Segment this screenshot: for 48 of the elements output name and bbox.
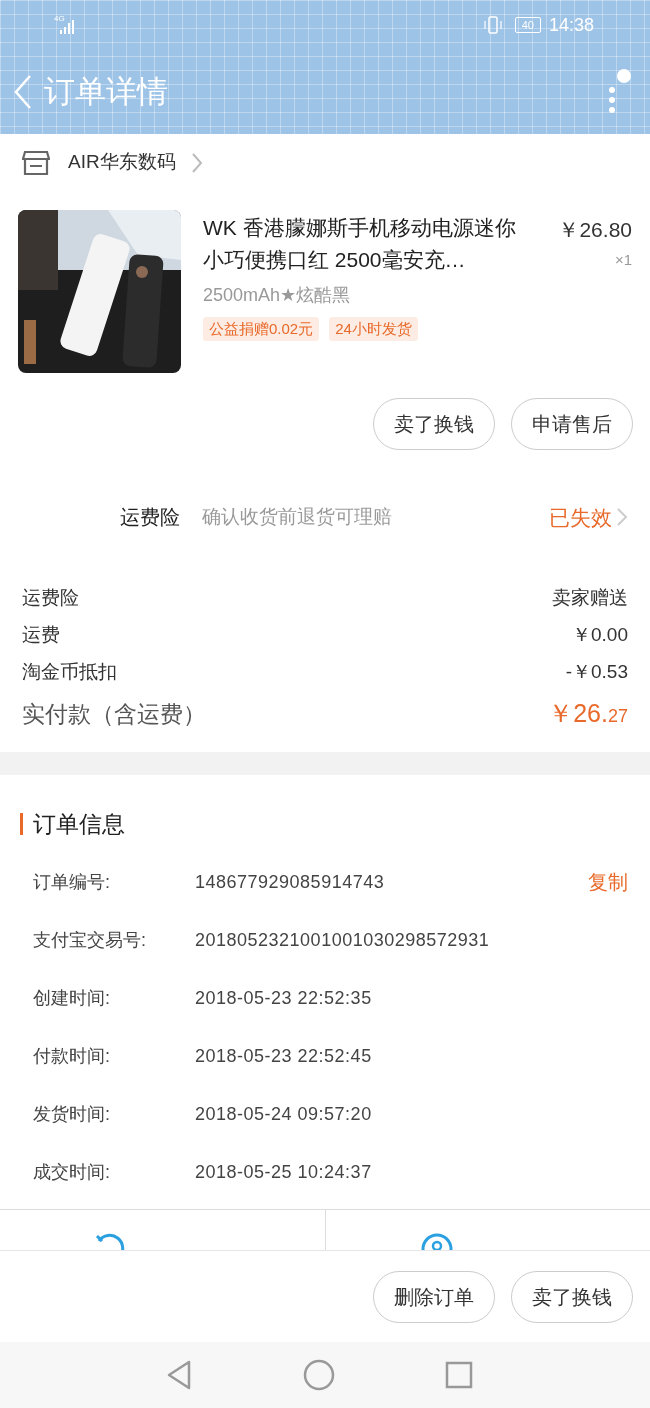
shop-name[interactable]: AIR华东数码 — [68, 148, 176, 177]
clock-time: 14:38 — [548, 13, 594, 37]
info-value: 2018-05-24 09:57:20 — [195, 1102, 372, 1126]
pill-button[interactable]: 删除订单 — [373, 1270, 495, 1323]
fee-value: ￥0.00 — [572, 623, 628, 648]
info-label: 付款时间: — [33, 1044, 111, 1068]
back-icon — [12, 73, 34, 110]
info-label: 支付宝交易号: — [33, 928, 147, 952]
product-tag: 24小时发货 — [329, 316, 418, 341]
fee-value: -￥0.53 — [565, 660, 628, 685]
info-label: 创建时间: — [33, 986, 111, 1010]
pill-button[interactable]: 申请售后 — [511, 398, 633, 451]
fee-label: 淘金币抵扣 — [22, 660, 117, 685]
info-label: 订单编号: — [33, 870, 111, 894]
back-nav-icon[interactable] — [165, 1359, 193, 1392]
section-title: 订单信息 — [33, 810, 125, 839]
chevron-right-icon — [189, 151, 204, 174]
home-nav-icon[interactable] — [303, 1359, 335, 1392]
insurance-label: 运费险 — [119, 505, 180, 531]
info-value: 2018-05-23 22:52:35 — [195, 986, 372, 1010]
info-value: 148677929085914743 — [195, 870, 385, 894]
info-value: 2018052321001001030298572931 — [195, 928, 490, 952]
battery-indicator: 40 — [514, 17, 541, 33]
page-title: 订单详情 — [44, 72, 168, 111]
insurance-description: 确认收货前退货可理赔 — [202, 505, 393, 530]
total-cents: 27 — [607, 706, 628, 727]
vibrate-icon — [482, 15, 503, 35]
product-tag: 公益捐赠0.02元 — [203, 316, 320, 341]
info-label: 成交时间: — [33, 1160, 111, 1184]
info-value: 2018-05-25 10:24:37 — [195, 1160, 372, 1184]
pill-button[interactable]: 卖了换钱 — [373, 398, 495, 451]
shop-icon — [22, 149, 50, 176]
product-quantity: ×1 — [614, 250, 632, 271]
info-value: 2018-05-23 22:52:45 — [195, 1044, 372, 1068]
recents-nav-icon[interactable] — [445, 1361, 473, 1390]
product-title[interactable]: WK 香港朦娜斯手机移动电源迷你小巧便携口红 2500毫安充… — [203, 209, 521, 276]
chevron-right-icon — [616, 507, 628, 528]
pill-button[interactable]: 卖了换钱 — [511, 1270, 633, 1323]
product-price: ￥26.80 — [558, 216, 632, 243]
fee-label: 运费 — [22, 623, 60, 648]
total-label: 实付款（含运费） — [22, 700, 206, 730]
fee-value: 卖家赠送 — [552, 586, 628, 611]
total-amount: ￥26. — [548, 699, 608, 728]
section-marker — [20, 813, 23, 836]
network-label: 4G — [54, 13, 65, 25]
info-label: 发货时间: — [33, 1102, 111, 1126]
product-variant: 2500mAh★炫酷黑 — [203, 283, 352, 307]
fee-label: 运费险 — [22, 586, 79, 611]
